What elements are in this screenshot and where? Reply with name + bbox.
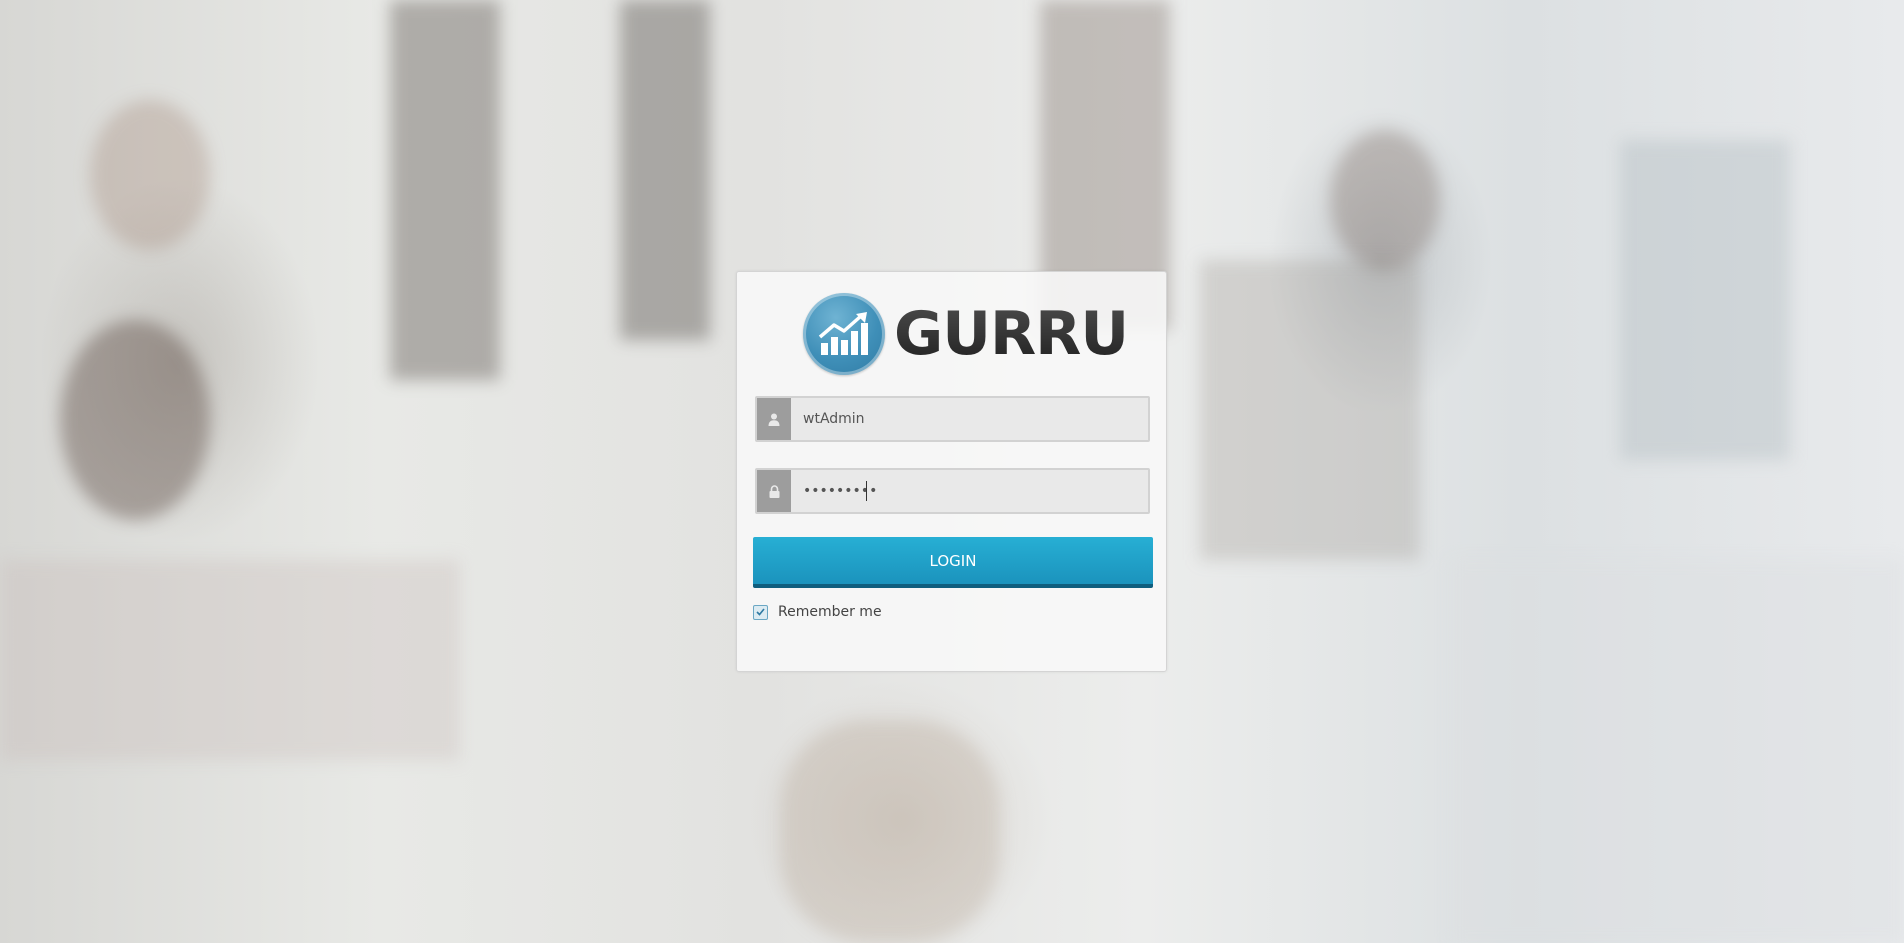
text-caret xyxy=(866,481,867,501)
chart-arrow-up-icon xyxy=(803,293,885,375)
remember-me-label: Remember me xyxy=(778,604,882,620)
lock-icon xyxy=(757,470,791,512)
brand-name: GURRU xyxy=(894,299,1129,369)
username-field[interactable] xyxy=(755,396,1150,442)
remember-me-option[interactable]: Remember me xyxy=(753,602,882,622)
password-field[interactable] xyxy=(755,468,1150,514)
brand-logo: GURRU xyxy=(803,292,1129,376)
password-input[interactable] xyxy=(791,470,1148,512)
login-panel: GURRU LOGIN Remember me xyxy=(736,271,1167,672)
username-input[interactable] xyxy=(791,398,1148,440)
user-icon xyxy=(757,398,791,440)
login-button[interactable]: LOGIN xyxy=(753,537,1153,588)
remember-me-checkbox[interactable] xyxy=(753,604,768,620)
